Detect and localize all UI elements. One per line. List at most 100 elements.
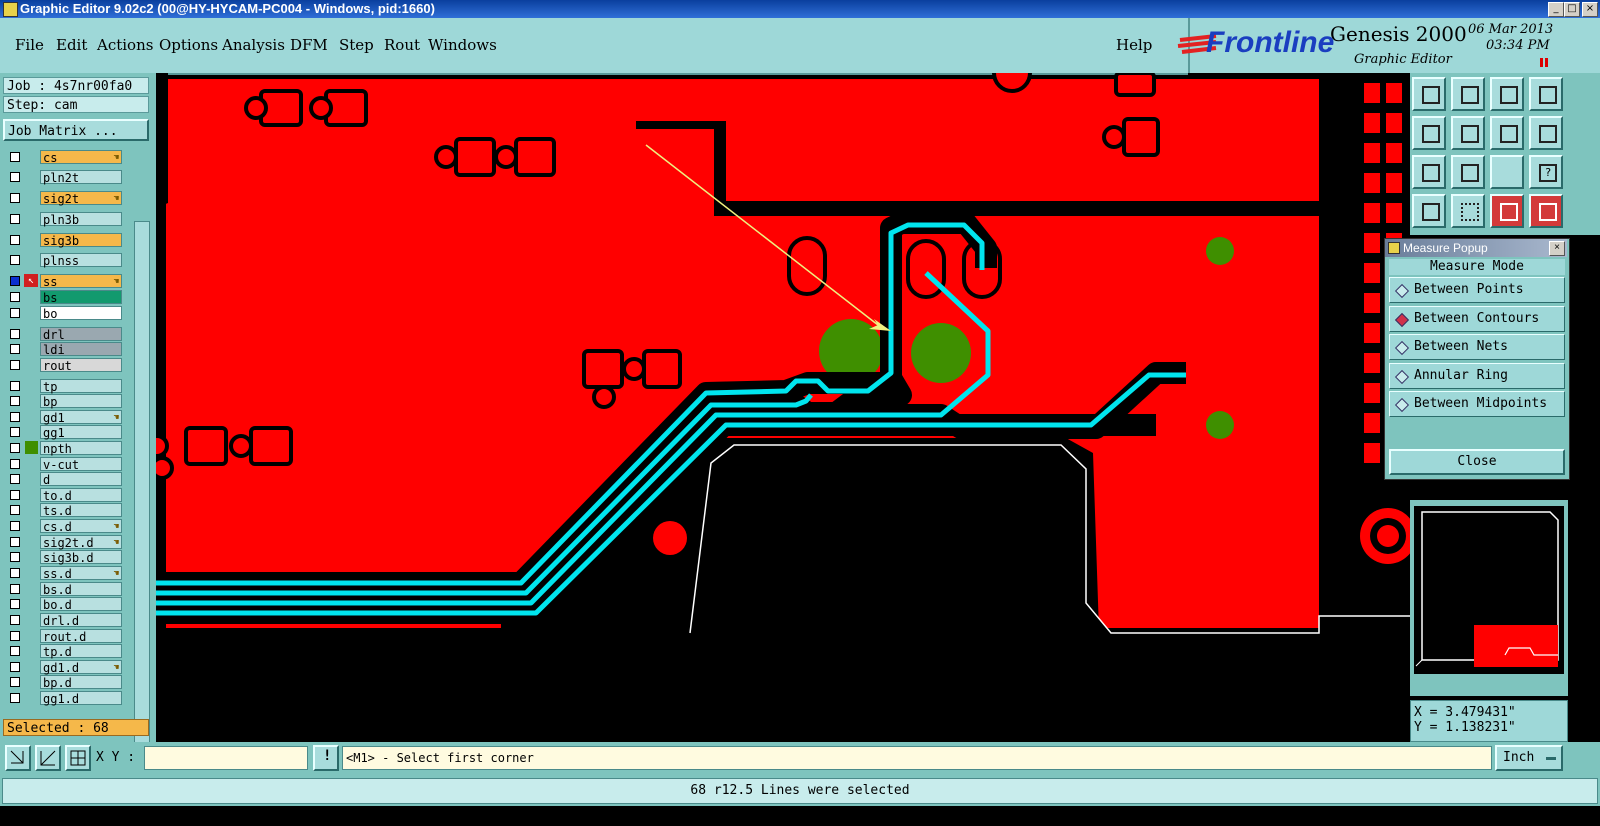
menu-step[interactable]: Step xyxy=(339,36,374,54)
layer-row-gd1-d[interactable]: gd1.d ☚ xyxy=(6,660,122,675)
layer-row-gg1[interactable]: gg1 xyxy=(6,425,122,440)
units-selector[interactable]: Inch xyxy=(1495,745,1563,771)
layer-row-bo[interactable]: bo xyxy=(6,306,122,321)
layer-checkbox[interactable] xyxy=(10,474,20,484)
layer-checkbox[interactable] xyxy=(10,537,20,547)
layer-row-drl-d[interactable]: drl.d xyxy=(6,613,122,628)
layer-row-sig2t-d[interactable]: sig2t.d ☚ xyxy=(6,535,122,550)
menu-rout[interactable]: Rout xyxy=(384,36,420,54)
pan-left-icon[interactable] xyxy=(1412,116,1446,150)
zoom-center-icon[interactable] xyxy=(1451,155,1485,189)
layer-checkbox[interactable] xyxy=(10,505,20,515)
layer-checkbox[interactable] xyxy=(10,276,20,286)
layer-row-bo-d[interactable]: bo.d xyxy=(6,597,122,612)
close-button[interactable]: × xyxy=(1582,2,1598,17)
home-icon[interactable] xyxy=(1490,77,1524,111)
layer-checkbox[interactable] xyxy=(10,677,20,687)
measure-option-between-nets[interactable]: Between Nets xyxy=(1389,334,1565,360)
layer-checkbox[interactable] xyxy=(10,552,20,562)
layer-checkbox[interactable] xyxy=(10,459,20,469)
layer-row-pln2t[interactable]: pln2t xyxy=(6,170,122,185)
job-matrix-button[interactable]: Job Matrix ... xyxy=(3,119,149,141)
layer-checkbox[interactable] xyxy=(10,172,20,182)
layer-checkbox[interactable] xyxy=(10,693,20,703)
grid-icon[interactable] xyxy=(1451,194,1485,228)
layer-row-bs[interactable]: bs xyxy=(6,290,122,305)
layer-checkbox[interactable] xyxy=(10,646,20,656)
layer-row-pln3b[interactable]: pln3b xyxy=(6,212,122,227)
snap-grid-icon[interactable] xyxy=(65,745,91,771)
layer-checkbox[interactable] xyxy=(10,584,20,594)
zoom-box-icon[interactable] xyxy=(5,745,31,771)
layer-checkbox[interactable] xyxy=(10,443,20,453)
layer-row-to-d[interactable]: to.d xyxy=(6,488,122,503)
menu-edit[interactable]: Edit xyxy=(56,36,87,54)
layer-row-cs-d[interactable]: cs.d ☚ xyxy=(6,519,122,534)
menu-file[interactable]: File xyxy=(15,36,44,54)
layer-row-sig3b-d[interactable]: sig3b.d xyxy=(6,550,122,565)
toggle-view-icon[interactable] xyxy=(1490,116,1524,150)
layer-row-ts-d[interactable]: ts.d xyxy=(6,503,122,518)
layer-checkbox[interactable] xyxy=(10,214,20,224)
minimize-button[interactable]: _ xyxy=(1548,2,1564,17)
layer-row-cs[interactable]: cs ☚ xyxy=(6,150,122,165)
layer-checkbox[interactable] xyxy=(10,615,20,625)
menu-windows[interactable]: Windows xyxy=(428,36,497,54)
scale-1-2-icon[interactable] xyxy=(1490,155,1524,189)
pan-right-icon[interactable] xyxy=(1451,116,1485,150)
snap-icon[interactable] xyxy=(1529,116,1563,150)
layer-row-v-cut[interactable]: v-cut xyxy=(6,457,122,472)
net-compare-icon[interactable] xyxy=(1529,194,1563,228)
layer-checkbox[interactable] xyxy=(10,427,20,437)
zoom-down-icon[interactable] xyxy=(1451,77,1485,111)
measure-icon[interactable] xyxy=(35,745,61,771)
popup-close-icon[interactable]: × xyxy=(1549,241,1565,256)
layer-checkbox[interactable] xyxy=(10,152,20,162)
menu-actions[interactable]: Actions xyxy=(97,36,153,54)
layer-row-drl[interactable]: drl xyxy=(6,327,122,342)
layer-checkbox[interactable] xyxy=(10,344,20,354)
layer-checkbox[interactable] xyxy=(10,329,20,339)
graphics-canvas[interactable] xyxy=(156,73,1410,742)
layer-checkbox[interactable] xyxy=(10,360,20,370)
layer-row-ss[interactable]: ↖ ss ☚ xyxy=(6,274,122,289)
layer-row-gd1[interactable]: gd1 ☚ xyxy=(6,410,122,425)
layer-checkbox[interactable] xyxy=(10,381,20,391)
layer-checkbox[interactable] xyxy=(10,662,20,672)
layer-checkbox[interactable] xyxy=(10,631,20,641)
layer-checkbox[interactable] xyxy=(10,235,20,245)
menu-options[interactable]: Options xyxy=(159,36,218,54)
net-highlight-icon[interactable] xyxy=(1490,194,1524,228)
layer-checkbox[interactable] xyxy=(10,599,20,609)
layer-checkbox[interactable] xyxy=(10,396,20,406)
layer-checkbox[interactable] xyxy=(10,193,20,203)
layer-row-rout-d[interactable]: rout.d xyxy=(6,629,122,644)
layer-row-tp-d[interactable]: tp.d xyxy=(6,644,122,659)
layer-row-gg1-d[interactable]: gg1.d xyxy=(6,691,122,706)
layer-row-npth[interactable]: npth xyxy=(6,441,122,456)
measure-option-between-points[interactable]: Between Points xyxy=(1389,277,1565,303)
close-button-popup[interactable]: Close xyxy=(1389,449,1565,475)
layer-checkbox[interactable] xyxy=(10,490,20,500)
measure-option-between-midpoints[interactable]: Between Midpoints xyxy=(1389,391,1565,417)
minimap[interactable] xyxy=(1410,500,1568,696)
layer-checkbox[interactable] xyxy=(10,412,20,422)
layer-scrollbar[interactable] xyxy=(134,221,150,787)
layer-row-bp[interactable]: bp xyxy=(6,394,122,409)
zoom-home-icon[interactable] xyxy=(1412,77,1446,111)
layer-row-bp-d[interactable]: bp.d xyxy=(6,675,122,690)
layer-checkbox[interactable] xyxy=(10,308,20,318)
help-icon[interactable]: ? xyxy=(1529,155,1563,189)
layer-row-sig3b[interactable]: sig3b xyxy=(6,233,122,248)
layer-tools-icon[interactable] xyxy=(1412,194,1446,228)
layer-row-bs-d[interactable]: bs.d xyxy=(6,582,122,597)
layer-row-ss-d[interactable]: ss.d ☚ xyxy=(6,566,122,581)
menu-dfm[interactable]: DFM xyxy=(290,36,328,54)
menu-help[interactable]: Help xyxy=(1116,36,1152,54)
layer-checkbox[interactable] xyxy=(10,255,20,265)
menu-analysis[interactable]: Analysis xyxy=(222,36,285,54)
maximize-button[interactable]: □ xyxy=(1564,2,1580,17)
xy-input[interactable] xyxy=(144,746,308,770)
layer-checkbox[interactable] xyxy=(10,292,20,302)
zoom-fit-icon[interactable] xyxy=(1412,155,1446,189)
